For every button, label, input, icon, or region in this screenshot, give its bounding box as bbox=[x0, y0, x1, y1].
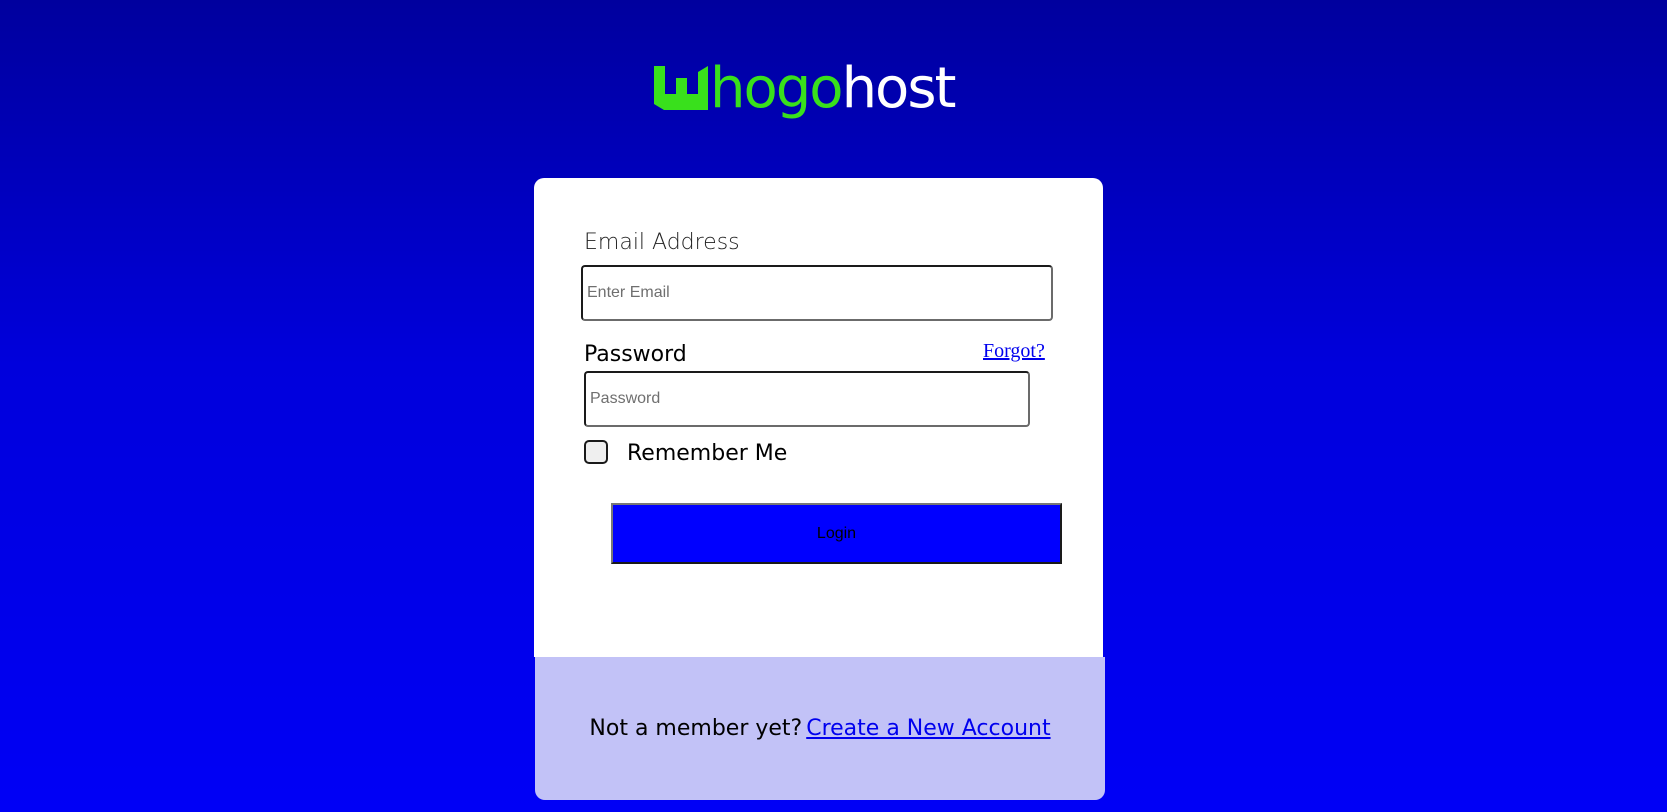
password-label: Password bbox=[584, 342, 687, 367]
login-card: Email Address Password Forgot? Remember … bbox=[534, 178, 1103, 657]
remember-me-label[interactable]: Remember Me bbox=[627, 441, 787, 466]
password-field[interactable] bbox=[584, 371, 1030, 427]
logo-text-white: host bbox=[841, 56, 957, 121]
whogohost-logo[interactable]: hogohost bbox=[652, 56, 957, 122]
signup-prompt: Not a member yet? bbox=[589, 716, 803, 741]
create-account-link[interactable]: Create a New Account bbox=[806, 716, 1050, 741]
forgot-password-link[interactable]: Forgot? bbox=[983, 340, 1045, 363]
signup-footer: Not a member yet? Create a New Account bbox=[535, 657, 1105, 800]
email-field[interactable] bbox=[581, 265, 1053, 321]
email-label: Email Address bbox=[584, 230, 740, 255]
w-logo-icon bbox=[654, 66, 708, 110]
login-button[interactable]: Login bbox=[611, 503, 1062, 564]
logo-text-green: hogo bbox=[710, 56, 844, 121]
remember-me-checkbox[interactable] bbox=[584, 440, 608, 464]
